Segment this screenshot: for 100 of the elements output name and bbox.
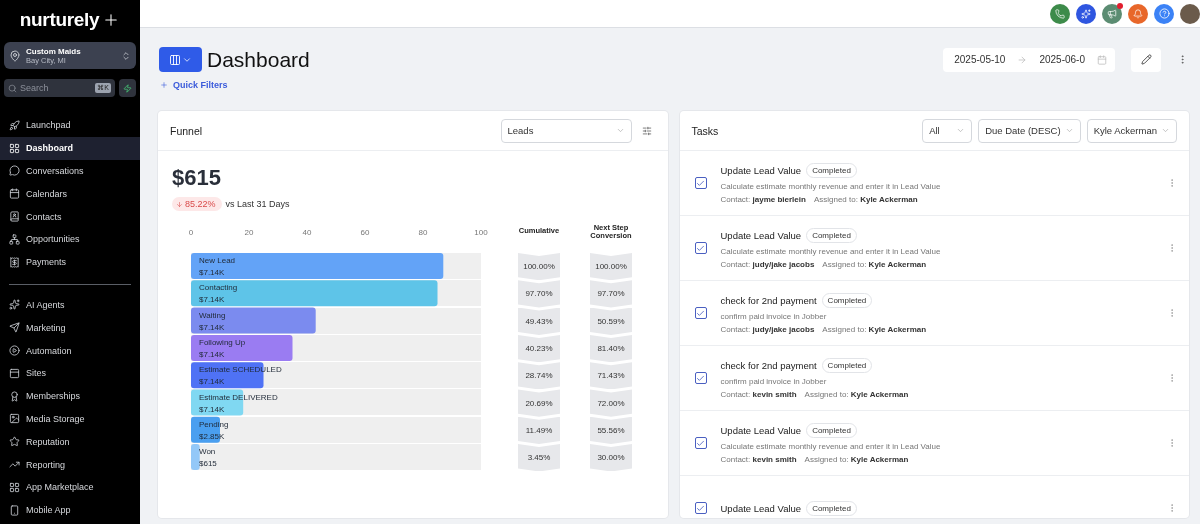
quick-filters-link[interactable]: Quick Filters — [160, 80, 228, 90]
nav-item[interactable]: Reporting — [0, 453, 140, 476]
conversion-value: 71.43% — [590, 362, 632, 390]
cumulative-value: 3.45% — [518, 444, 560, 472]
conversion-value: 100.00% — [590, 253, 632, 281]
cumulative-value: 40.23% — [518, 334, 560, 363]
nav-item[interactable]: Payments — [0, 250, 140, 274]
task-title: Update Lead Value — [720, 502, 802, 514]
pipeline-select[interactable]: Leads — [500, 118, 632, 143]
nav-item[interactable]: Reputation — [0, 430, 140, 454]
conversion-value: 72.00% — [590, 389, 632, 417]
help-button[interactable] — [1154, 3, 1174, 24]
cumulative-value: 97.70% — [518, 280, 560, 308]
cumulative-value: 100.00% — [518, 253, 560, 281]
play-circle-icon — [9, 345, 20, 357]
card-title: Tasks — [691, 124, 720, 137]
location-pin-icon — [9, 49, 21, 62]
task-row[interactable]: check for 2nd payment Completed confirm paid invoice in Jobber Contact: kevin smith Assigned to: Kyle Ackerman — [679, 346, 1189, 411]
nav-item[interactable]: Mobile App — [0, 498, 140, 522]
nav-item[interactable]: Marketing — [0, 316, 140, 340]
task-row[interactable]: Update Lead Value Completed Calculate estimate monthly revenue and enter it in Lead Value Contact: kevin smith Assigned to: Kyle Ackerman — [679, 411, 1189, 476]
check-icon — [696, 308, 705, 318]
bar-label: Won — [199, 447, 216, 457]
nav-item[interactable]: Launchpad — [0, 114, 140, 137]
task-description: confirm paid invoice in Jobber — [720, 376, 828, 386]
lightning-icon — [123, 83, 132, 93]
conversion-value: 30.00% — [590, 444, 632, 472]
nav-item[interactable]: Automation — [0, 339, 140, 362]
task-row[interactable]: Update Lead Value Completed — [679, 476, 1189, 518]
sliders-icon — [641, 125, 652, 136]
nav-item[interactable]: Calendars — [0, 182, 140, 206]
task-checkbox[interactable] — [694, 177, 707, 189]
filter-select[interactable]: Kyle Ackerman — [1086, 118, 1177, 143]
bar-label: Contacting — [199, 283, 238, 293]
contact-card-icon — [9, 211, 20, 223]
cumulative-value: 20.69% — [518, 389, 560, 417]
chevron-down-icon — [956, 126, 966, 135]
nav-item[interactable]: Media Storage — [0, 407, 140, 431]
star-icon — [9, 436, 20, 448]
task-checkbox[interactable] — [694, 502, 707, 514]
receipt-icon — [9, 256, 20, 268]
filter-select[interactable]: Due Date (DESC) — [978, 118, 1081, 143]
task-description: confirm paid invoice in Jobber — [720, 311, 828, 321]
task-checkbox[interactable] — [694, 307, 707, 319]
task-checkbox[interactable] — [694, 437, 707, 449]
layout-icon — [169, 53, 181, 66]
phone-icon — [1055, 8, 1065, 19]
check-icon — [696, 503, 705, 513]
nav-item[interactable]: Opportunities — [0, 228, 140, 251]
bar-label: Following Up — [199, 337, 246, 347]
arrow-right-icon — [1017, 54, 1028, 65]
nav-item[interactable]: Sites — [0, 361, 140, 385]
nav-item[interactable]: AI Agents — [0, 293, 140, 317]
task-checkbox[interactable] — [694, 242, 707, 254]
help-icon — [1158, 8, 1170, 19]
conversion-value: 55.56% — [590, 416, 632, 445]
browser-window-icon — [9, 367, 20, 379]
ai-button[interactable] — [1076, 3, 1096, 24]
task-title: Update Lead Value — [720, 164, 802, 176]
plus-icon — [160, 81, 168, 89]
chevron-down-icon — [1161, 126, 1170, 135]
bar-label: Waiting — [199, 310, 226, 320]
edit-button[interactable] — [1131, 47, 1161, 72]
task-title: Update Lead Value — [720, 229, 802, 241]
bell-icon — [1133, 8, 1143, 19]
arrow-down-icon — [176, 200, 183, 208]
check-icon — [696, 178, 705, 188]
task-assignee: Assigned to: Kyle Ackerman — [804, 454, 909, 464]
workspace-name: Custom Maids — [26, 46, 82, 56]
announcements-button[interactable] — [1102, 3, 1122, 24]
nav-item[interactable]: Memberships — [0, 384, 140, 408]
axis-tick-label: 20 — [244, 228, 254, 237]
avatar[interactable] — [1180, 3, 1200, 24]
filter-select[interactable]: All — [922, 118, 973, 143]
smartphone-icon — [9, 504, 20, 516]
sparkles-icon — [9, 299, 20, 311]
nav-item[interactable]: Conversations — [0, 159, 140, 183]
search-icon — [8, 83, 17, 93]
task-checkbox[interactable] — [694, 372, 707, 384]
task-contact: Contact: jayme bierlein — [720, 194, 806, 204]
phone-button[interactable] — [1050, 3, 1070, 24]
page-title: Dashboard — [207, 47, 310, 72]
layout-menu-button[interactable] — [159, 47, 202, 72]
task-description: Calculate estimate monthly revenue and enter it in Lead Value — [720, 441, 942, 451]
task-assignee: Assigned to: Kyle Ackerman — [813, 194, 918, 204]
task-row[interactable]: check for 2nd payment Completed confirm paid invoice in Jobber Contact: judy/jake jacobs Assigned to: Kyle Ackerman — [679, 281, 1189, 346]
nav-item[interactable]: Contacts — [0, 205, 140, 228]
search-field[interactable]: Search — [20, 83, 93, 93]
end-date: 2025-06-0 — [1039, 54, 1085, 65]
nav-item[interactable]: App Marketplace — [0, 475, 140, 499]
bar-amount-label: $7.14K — [199, 295, 225, 305]
nav-item[interactable]: Dashboard — [0, 136, 140, 160]
cumulative-value: 49.43% — [518, 307, 560, 335]
date-range-picker[interactable]: 2025-05-10 2025-06-0 — [943, 47, 1115, 72]
bar-amount-label: $7.14K — [199, 349, 225, 359]
check-icon — [696, 373, 705, 383]
task-row[interactable]: Update Lead Value Completed Calculate estimate monthly revenue and enter it in Lead Value Contact: jayme bierlein Assigned to: Kyle Ackerman — [679, 151, 1189, 216]
notifications-button[interactable] — [1128, 3, 1148, 24]
quick-action-button[interactable] — [119, 79, 136, 97]
task-row[interactable]: Update Lead Value Completed Calculate estimate monthly revenue and enter it in Lead Value Contact: judy/jake jacobs Assigned to: Kyle Ackerman — [679, 216, 1189, 281]
